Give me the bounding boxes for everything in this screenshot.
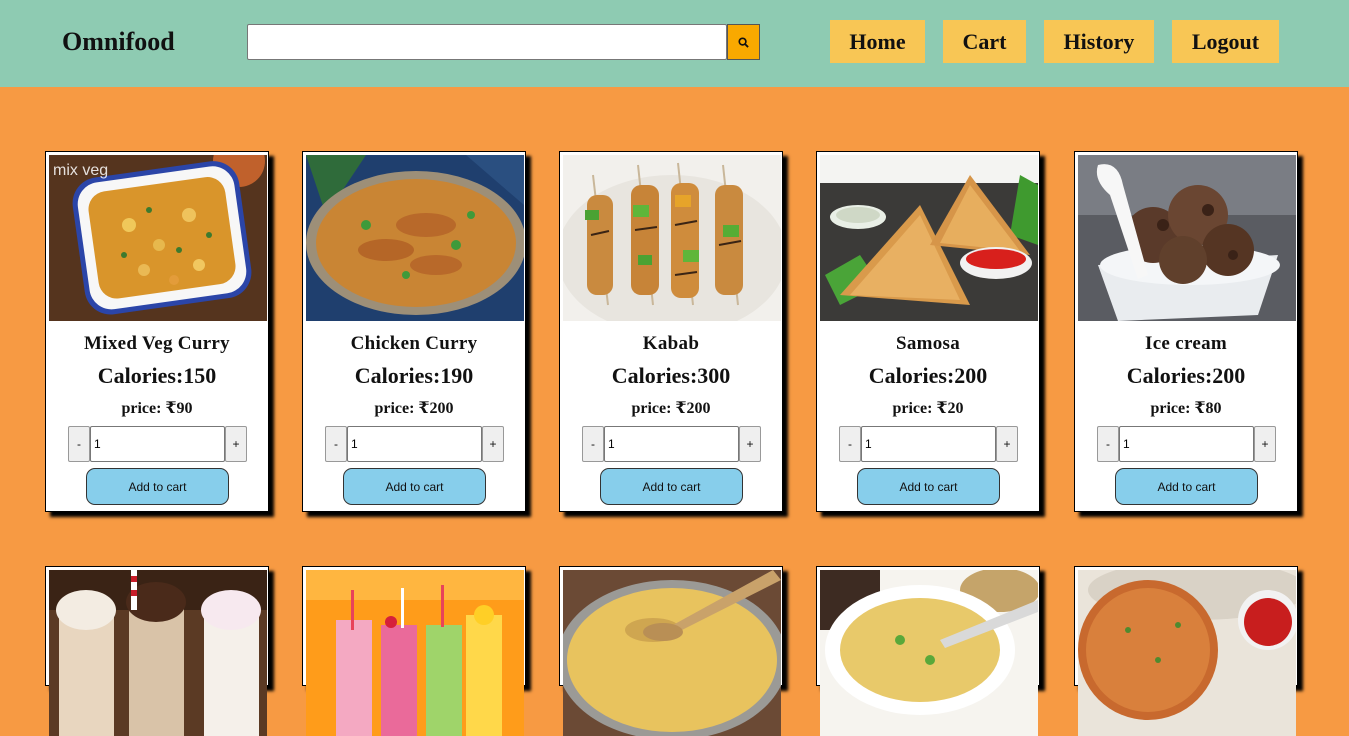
product-name: Mixed Veg Curry	[84, 333, 230, 354]
product-card	[559, 566, 783, 736]
search-icon	[738, 36, 749, 48]
milkshakes-image	[49, 570, 267, 736]
search-button[interactable]	[727, 24, 760, 60]
quantity-increment-button[interactable]: +	[225, 426, 247, 462]
quantity-input[interactable]	[1119, 426, 1254, 462]
product-calories: Calories:200	[1126, 363, 1246, 388]
quantity-decrement-button[interactable]: -	[68, 426, 90, 462]
ice-cream-image	[1078, 155, 1296, 321]
product-calories: Calories:190	[354, 363, 474, 388]
product-price: price: ₹20	[892, 400, 964, 417]
search-input[interactable]	[247, 24, 727, 60]
top-header: Omnifood Home Cart History Logout	[0, 0, 1349, 87]
product-name: Kabab	[642, 333, 700, 354]
product-name: Chicken Curry	[350, 333, 478, 354]
samosa-image	[820, 155, 1038, 321]
quantity-increment-button[interactable]: +	[739, 426, 761, 462]
soup-image	[563, 570, 781, 736]
nav-history-button[interactable]: History	[1044, 20, 1154, 63]
add-to-cart-button[interactable]: Add to cart	[86, 468, 229, 505]
quantity-decrement-button[interactable]: -	[839, 426, 861, 462]
product-card	[1074, 566, 1298, 736]
quantity-increment-button[interactable]: +	[482, 426, 504, 462]
quantity-decrement-button[interactable]: -	[1097, 426, 1119, 462]
logo[interactable]: Omnifood	[62, 26, 175, 58]
nav-home-button[interactable]: Home	[830, 20, 925, 63]
product-card: mix veg Mixed Veg Curry Calories:150 pri…	[45, 151, 269, 512]
product-card: Chicken Curry Calories:190 price: ₹200 -…	[302, 151, 526, 512]
add-to-cart-button[interactable]: Add to cart	[1115, 468, 1258, 505]
product-calories: Calories:300	[611, 363, 731, 388]
product-card	[45, 566, 269, 736]
product-name: Samosa	[895, 333, 961, 354]
add-to-cart-button[interactable]: Add to cart	[343, 468, 486, 505]
quantity-increment-button[interactable]: +	[1254, 426, 1276, 462]
add-to-cart-button[interactable]: Add to cart	[600, 468, 743, 505]
product-calories: Calories:200	[868, 363, 988, 388]
nav-cart-button[interactable]: Cart	[943, 20, 1026, 63]
add-to-cart-button[interactable]: Add to cart	[857, 468, 1000, 505]
nav-logout-button[interactable]: Logout	[1172, 20, 1279, 63]
image-caption: mix veg	[53, 162, 108, 179]
quantity-input[interactable]	[90, 426, 225, 462]
product-price: price: ₹90	[121, 400, 193, 417]
product-card	[302, 566, 526, 736]
product-price: price: ₹80	[1150, 400, 1222, 417]
quantity-input[interactable]	[861, 426, 996, 462]
mixed-veg-curry-image: mix veg	[49, 155, 267, 321]
product-card	[816, 566, 1040, 736]
quantity-decrement-button[interactable]: -	[325, 426, 347, 462]
product-card: Ice cream Calories:200 price: ₹80 - + Ad…	[1074, 151, 1298, 512]
product-card: Samosa Calories:200 price: ₹20 - + Add t…	[816, 151, 1040, 512]
product-card: Kabab Calories:300 price: ₹200 - + Add t…	[559, 151, 783, 512]
chicken-curry-image	[306, 155, 524, 321]
juices-image	[306, 570, 524, 736]
product-price: price: ₹200	[631, 400, 711, 417]
quantity-input[interactable]	[347, 426, 482, 462]
quantity-increment-button[interactable]: +	[996, 426, 1018, 462]
quantity-input[interactable]	[604, 426, 739, 462]
cutlet-image	[1078, 570, 1296, 736]
product-price: price: ₹200	[374, 400, 454, 417]
kabab-image	[563, 155, 781, 321]
product-name: Ice cream	[1145, 333, 1227, 354]
noodle-soup-image	[820, 570, 1038, 736]
quantity-decrement-button[interactable]: -	[582, 426, 604, 462]
product-calories: Calories:150	[97, 363, 217, 388]
